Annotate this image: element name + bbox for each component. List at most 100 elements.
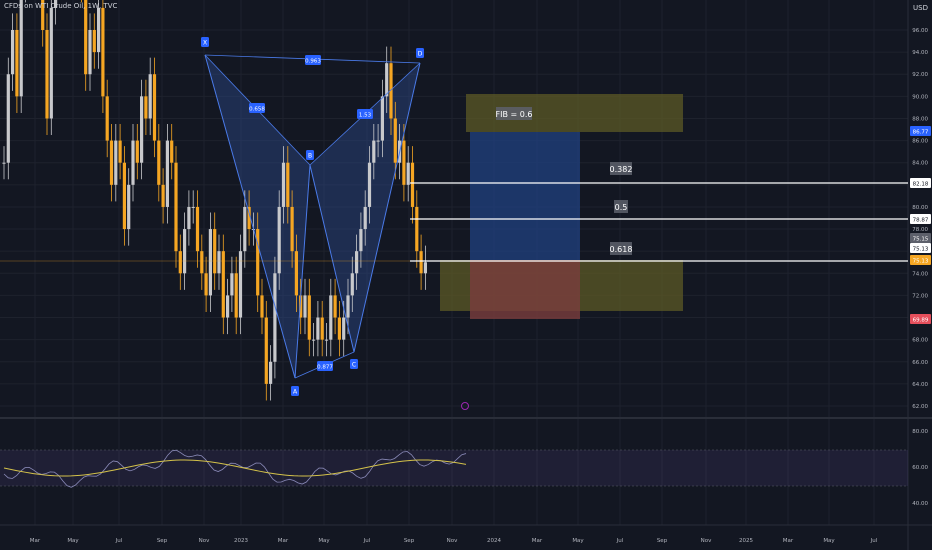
candle-body: [148, 74, 152, 119]
candle-body: [367, 162, 372, 207]
candle-body: [97, 7, 101, 53]
price-axis-label: 82.18: [913, 182, 929, 188]
candle-body: [161, 184, 165, 207]
candle-body: [135, 140, 139, 163]
pattern-point-label: C: [352, 362, 356, 369]
candle-body: [19, 0, 23, 97]
candle-body: [337, 317, 341, 340]
time-tick-label: Nov: [447, 538, 458, 544]
candle-body: [208, 229, 212, 296]
candle-body: [200, 251, 204, 274]
candle-body: [217, 251, 221, 274]
candle-body: [264, 317, 268, 384]
candle-body: [118, 140, 122, 163]
fib-label: 0.618: [610, 245, 633, 254]
candle-body: [385, 63, 389, 97]
fib-label: 0.382: [610, 165, 633, 174]
time-tick-label: May: [318, 538, 330, 544]
candle-body: [406, 162, 410, 185]
candle-body: [290, 206, 294, 252]
candle-body: [131, 140, 135, 185]
candle-body: [294, 251, 298, 296]
chart-canvas[interactable]: 96.0094.0092.0090.0088.0086.0084.0082.00…: [0, 0, 932, 550]
candle-body: [346, 295, 350, 318]
price-tick-label: 96.00: [912, 28, 928, 34]
candle-body: [187, 206, 191, 230]
candle-body: [140, 96, 144, 163]
candle-body: [230, 273, 234, 296]
candle-body: [324, 339, 329, 341]
time-tick-label: 2023: [234, 538, 248, 544]
long-position-stop-zone: [470, 260, 580, 319]
candle-body: [402, 140, 406, 185]
candle-body: [380, 96, 384, 141]
candle-body: [393, 118, 397, 163]
currency-label[interactable]: USD: [913, 4, 928, 12]
pattern-ratio-label: 1.53: [359, 113, 372, 119]
candle-body: [11, 30, 15, 75]
rsi-tick-label: 60.00: [912, 465, 928, 471]
time-tick-label: Sep: [657, 538, 668, 544]
candle-body: [303, 295, 307, 318]
price-axis-label: 69.89: [913, 318, 929, 324]
price-tick-label: 88.00: [912, 116, 928, 122]
candle-body: [307, 295, 311, 340]
candle-body: [419, 251, 423, 274]
candle-body: [101, 7, 105, 97]
candle-body: [183, 229, 187, 274]
candle-body: [204, 273, 208, 296]
price-axis-label: 78.87: [913, 218, 929, 224]
candle-body: [355, 251, 359, 274]
candle-body: [49, 7, 53, 119]
price-tick-label: 74.00: [912, 271, 928, 277]
time-tick-label: May: [572, 538, 584, 544]
price-tick-label: 62.00: [912, 404, 928, 410]
candle-body: [363, 206, 367, 230]
time-tick-label: Jul: [870, 538, 878, 544]
long-position-profit-zone: [470, 132, 580, 260]
price-axis-label: 75.15: [913, 237, 929, 243]
candle-body: [286, 162, 290, 207]
time-tick-label: May: [67, 538, 79, 544]
candle-body: [170, 140, 174, 163]
time-tick-label: Jul: [616, 538, 624, 544]
candle-body: [269, 361, 273, 384]
rsi-tick-label: 80.00: [912, 429, 928, 435]
candle-body: [6, 74, 10, 163]
symbol-title[interactable]: CFDs on WTI Crude Oil, 1W, TVC: [4, 2, 117, 10]
candle-body: [410, 162, 415, 207]
price-axis-label: 75.13: [913, 259, 929, 265]
candle-body: [157, 140, 161, 185]
price-tick-label: 92.00: [912, 72, 928, 78]
candle-body: [127, 184, 131, 230]
candle-body: [342, 317, 346, 340]
candle-body: [84, 0, 88, 75]
time-tick-label: 2025: [739, 538, 753, 544]
candle-body: [105, 96, 109, 141]
time-tick-label: Nov: [199, 538, 210, 544]
price-tick-label: 90.00: [912, 94, 928, 100]
candle-body: [152, 74, 157, 141]
time-tick-label: Nov: [701, 538, 712, 544]
candle-body: [320, 317, 324, 340]
price-tick-label: 72.00: [912, 293, 928, 299]
fib-label: 0.5: [615, 203, 628, 212]
price-tick-label: 78.00: [912, 227, 928, 233]
pattern-ratio-label: 0.658: [249, 107, 265, 113]
candle-body: [178, 251, 182, 274]
price-axis-label: 75.13: [913, 247, 929, 253]
price-tick-label: 68.00: [912, 338, 928, 344]
candle-body: [165, 140, 169, 207]
candle-body: [316, 317, 320, 340]
candle-body: [2, 162, 6, 164]
candle-body: [260, 295, 264, 318]
fib-label: FIB = 0.6: [496, 110, 533, 119]
candle-body: [109, 140, 114, 185]
price-axis-label: 86.77: [913, 130, 929, 136]
time-tick-label: May: [823, 538, 835, 544]
candle-body: [195, 206, 200, 252]
candle-body: [277, 206, 281, 274]
rsi-tick-label: 40.00: [912, 501, 928, 507]
candle-body: [15, 30, 19, 97]
pattern-ratio-label: 0.877: [317, 365, 333, 371]
